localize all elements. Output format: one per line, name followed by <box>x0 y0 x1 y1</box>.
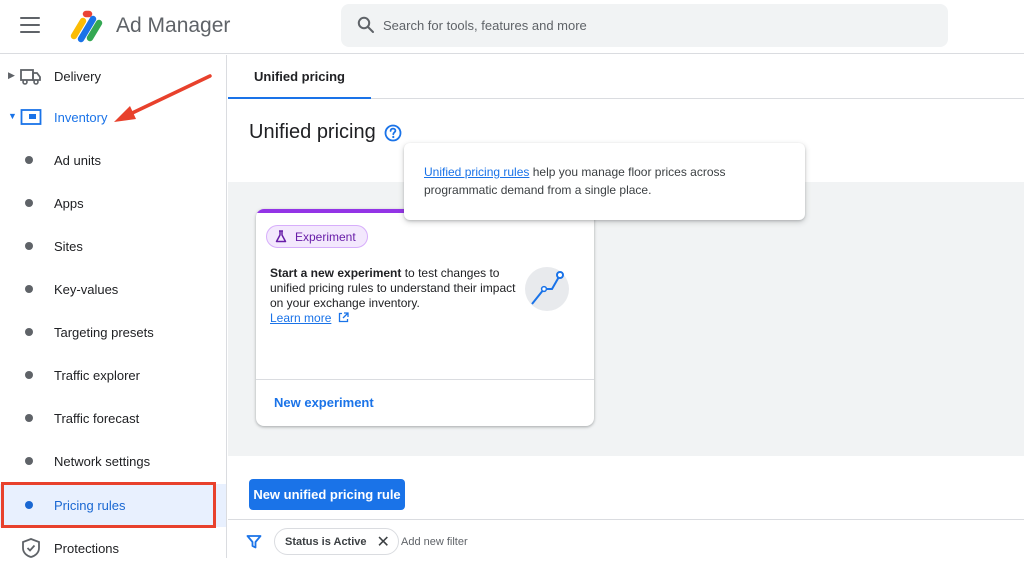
tab-bar: Unified pricing <box>228 55 1024 99</box>
chip-label: Experiment <box>295 229 356 244</box>
info-tooltip: Unified pricing rules help you manage fl… <box>404 143 805 220</box>
bullet-icon <box>25 501 33 509</box>
add-new-filter-button[interactable]: Add new filter <box>401 536 468 548</box>
app-title: Ad Manager <box>116 14 231 37</box>
sidebar-item-network-settings[interactable]: Network settings <box>0 440 226 483</box>
sidebar-item-ad-units[interactable]: Ad units <box>0 139 226 182</box>
shield-icon <box>22 538 40 558</box>
card-divider <box>256 379 594 380</box>
caret-down-icon: ▼ <box>8 111 17 121</box>
sidebar-item-traffic-forecast[interactable]: Traffic forecast <box>0 397 226 440</box>
sidebar-item-label: Pricing rules <box>54 498 126 513</box>
search-input[interactable] <box>383 4 923 47</box>
search-icon <box>357 16 374 33</box>
sidebar-item-apps[interactable]: Apps <box>0 182 226 225</box>
inventory-icon <box>20 109 42 125</box>
bullet-icon <box>25 414 33 422</box>
sidebar-item-label: Ad units <box>54 153 101 168</box>
sidebar-item-label: Inventory <box>54 110 108 125</box>
bullet-icon <box>25 457 33 465</box>
sidebar-item-sites[interactable]: Sites <box>0 225 226 268</box>
unified-pricing-rules-link[interactable]: Unified pricing rules <box>424 165 529 179</box>
top-app-bar: Ad Manager <box>0 0 1024 54</box>
help-icon[interactable] <box>384 124 402 142</box>
sidebar-item-label: Delivery <box>54 69 101 84</box>
sidebar-item-label: Protections <box>54 541 120 556</box>
bullet-icon <box>25 199 33 207</box>
experiment-chip: Experiment <box>266 225 368 248</box>
filter-bar: Status is Active ✕ Add new filter <box>228 519 1024 558</box>
sidebar-item-label: Key-values <box>54 282 119 297</box>
bullet-icon <box>25 328 33 336</box>
sidebar-item-label: Sites <box>54 239 83 254</box>
sidebar-item-inventory[interactable]: ▼ Inventory <box>0 96 226 139</box>
sidebar-item-label: Traffic explorer <box>54 368 140 383</box>
sidebar-item-targeting-presets[interactable]: Targeting presets <box>0 311 226 354</box>
new-experiment-button[interactable]: New experiment <box>274 395 374 410</box>
filter-icon[interactable] <box>246 534 262 550</box>
sidebar-item-pricing-rules[interactable]: Pricing rules <box>0 484 226 527</box>
card-description: Start a new experiment to test changes t… <box>270 266 520 326</box>
sidebar-item-label: Traffic forecast <box>54 411 140 426</box>
sidebar-item-label: Targeting presets <box>54 325 154 340</box>
external-link-icon[interactable] <box>338 312 349 323</box>
sidebar-item-delivery[interactable]: ▶ Delivery <box>0 55 226 98</box>
flask-icon <box>275 230 287 243</box>
filter-chip-label: Status is Active <box>285 535 367 548</box>
sidebar-item-label: Apps <box>54 196 84 211</box>
menu-icon[interactable] <box>20 17 40 33</box>
status-filter-chip[interactable]: Status is Active ✕ <box>274 528 399 555</box>
tab-unified-pricing[interactable]: Unified pricing <box>228 55 371 99</box>
learn-more-link[interactable]: Learn more <box>270 311 331 325</box>
close-icon[interactable]: ✕ <box>377 532 390 552</box>
ad-manager-logo <box>70 10 103 43</box>
bullet-icon <box>25 285 33 293</box>
page-title: Unified pricing <box>249 121 376 143</box>
caret-right-icon: ▶ <box>8 70 15 80</box>
bullet-icon <box>25 242 33 250</box>
bullet-icon <box>25 156 33 164</box>
card-description-bold: Start a new experiment <box>270 266 402 280</box>
sidebar: ▶ Delivery ▼ Inventory Ad units Apps Sit… <box>0 55 227 558</box>
sidebar-item-label: Network settings <box>54 454 151 469</box>
search-box[interactable] <box>341 4 948 47</box>
experiment-card: Experiment Start a new experiment to tes… <box>256 209 594 426</box>
truck-icon <box>20 69 41 85</box>
bullet-icon <box>25 371 33 379</box>
new-unified-pricing-rule-button[interactable]: New unified pricing rule <box>249 479 405 510</box>
sidebar-item-key-values[interactable]: Key-values <box>0 268 226 311</box>
sidebar-item-protections[interactable]: Protections <box>0 527 226 570</box>
sidebar-item-traffic-explorer[interactable]: Traffic explorer <box>0 354 226 397</box>
trend-illustration-icon <box>525 267 569 311</box>
